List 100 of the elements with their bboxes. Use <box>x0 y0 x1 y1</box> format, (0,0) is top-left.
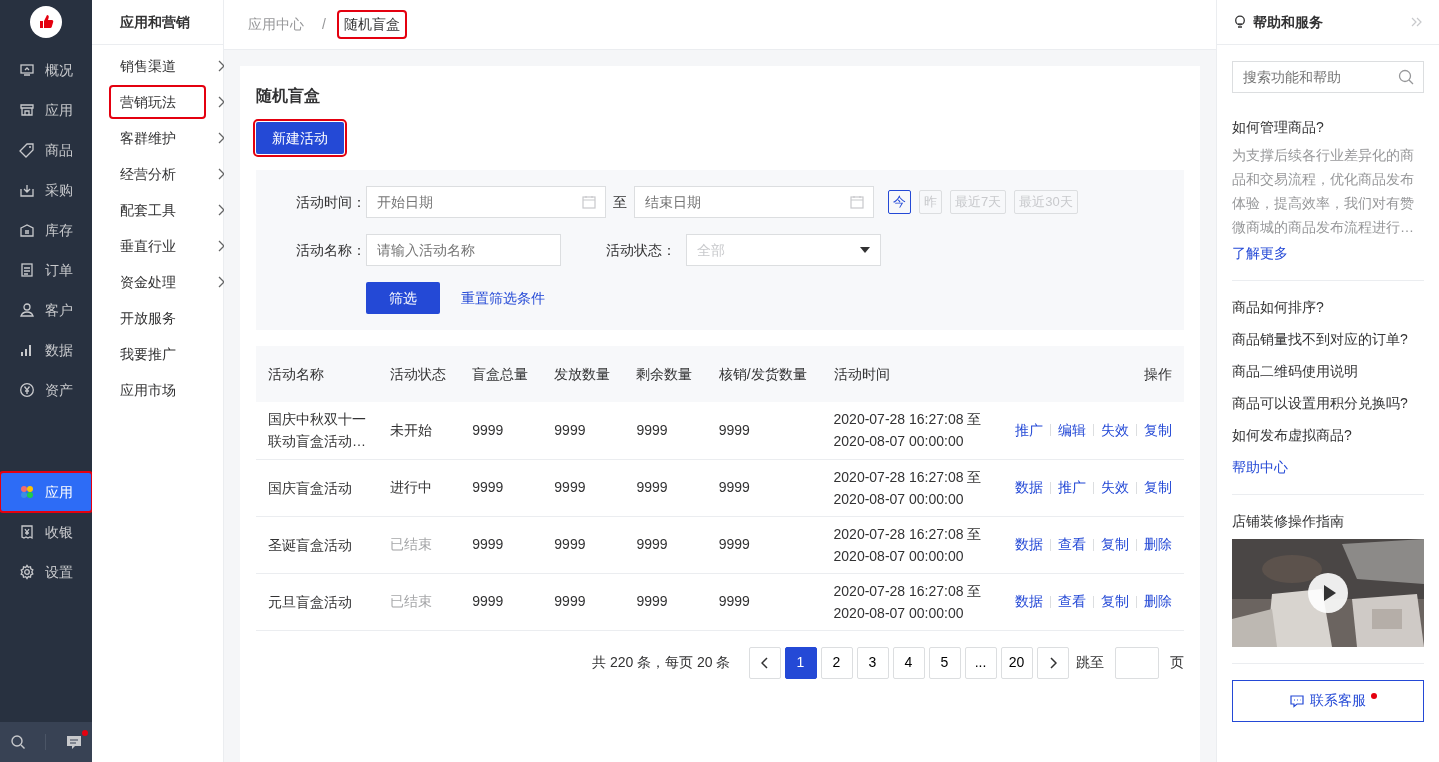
help-question-link[interactable]: 商品销量找不到对应的订单? <box>1232 328 1424 349</box>
table-cell-text: 2020-07-28 16:27:08 至 <box>833 467 983 487</box>
help-question-link[interactable]: 商品可以设置用积分兑换吗? <box>1232 392 1424 413</box>
action-link[interactable]: 复制 <box>1144 419 1172 441</box>
help-center-link[interactable]: 帮助中心 <box>1232 458 1288 475</box>
help-search-field[interactable]: 搜索功能和帮助 <box>1232 61 1424 93</box>
table-cell: 9999 <box>542 459 625 516</box>
action-link[interactable]: 数据 <box>1015 591 1043 612</box>
help-question-link[interactable]: 如何发布虚拟商品? <box>1232 424 1424 445</box>
date-preset[interactable]: 今 <box>888 190 911 214</box>
play-icon[interactable] <box>1308 572 1348 613</box>
message-icon[interactable] <box>66 734 83 750</box>
table-cell: 元旦盲盒活动 <box>256 573 378 630</box>
document-icon <box>19 262 35 278</box>
video-title: 店铺装修操作指南 <box>1232 511 1345 531</box>
sidebar-item[interactable]: 客户 <box>0 290 92 330</box>
sidebar-item[interactable]: 订单 <box>0 250 92 290</box>
action-link[interactable]: 查看 <box>1058 534 1086 555</box>
reset-filters-link[interactable]: 重置筛选条件 <box>461 287 545 309</box>
nav-item[interactable]: 我要推广 <box>110 338 205 370</box>
collapse-icon[interactable] <box>1411 17 1423 27</box>
action-link[interactable]: 查看 <box>1058 591 1086 612</box>
sidebar-item[interactable]: 数据 <box>0 330 92 370</box>
nav-item[interactable]: 应用市场 <box>110 374 205 406</box>
sidebar-item[interactable]: 设置 <box>0 552 92 592</box>
breadcrumb-separator: / <box>321 15 327 34</box>
table-cell: 9999 <box>624 402 707 459</box>
jump-label: 跳至 <box>1076 653 1104 672</box>
page-button[interactable]: 3 <box>856 646 889 679</box>
table-cell: 圣诞盲盒活动 <box>256 516 378 573</box>
page-button[interactable]: ... <box>964 646 997 679</box>
table-cell: 9999 <box>706 573 822 630</box>
column-header: 盲盒总量 <box>460 346 543 402</box>
to-label: 至 <box>613 192 627 212</box>
page-number-field[interactable] <box>1115 646 1159 679</box>
download-box-icon <box>19 182 35 198</box>
calendar-icon <box>850 195 864 209</box>
learn-more-link[interactable]: 了解更多 <box>1232 242 1288 264</box>
logo-icon <box>30 6 62 38</box>
field-label: 活动状态： <box>605 240 677 260</box>
article-title: 如何管理商品? <box>1232 118 1325 137</box>
dashboard-icon <box>19 62 35 78</box>
page-button[interactable]: 2 <box>820 646 853 679</box>
table-cell: 9999 <box>706 402 822 459</box>
table-cell: 9999 <box>624 573 707 630</box>
action-link[interactable]: 编辑 <box>1058 419 1086 441</box>
name-field[interactable]: 请输入活动名称 <box>366 234 561 266</box>
help-question-link[interactable]: 商品如何排序? <box>1232 296 1424 317</box>
action-link[interactable]: 失效 <box>1101 477 1129 498</box>
nav-item[interactable]: 营销玩法 <box>110 86 205 118</box>
field-label: 活动名称： <box>295 240 366 260</box>
action-link[interactable]: 复制 <box>1101 534 1129 555</box>
action-link[interactable]: 推广 <box>1058 477 1086 498</box>
sidebar-item[interactable]: 概况 <box>0 50 92 90</box>
lightbulb-icon <box>1233 15 1247 29</box>
column-header: 剩余数量 <box>624 346 707 402</box>
column-header: 核销/发货数量 <box>706 346 822 402</box>
action-link[interactable]: 推广 <box>1015 419 1043 441</box>
table-cell: 9999 <box>624 459 707 516</box>
contact-support-button[interactable]: 联系客服 <box>1232 679 1424 722</box>
action-link[interactable]: 数据 <box>1015 534 1043 555</box>
table-cell: 9999 <box>460 516 543 573</box>
column-header: 发放数量 <box>542 346 625 402</box>
apps-icon <box>19 484 35 500</box>
page-button[interactable]: 5 <box>928 646 961 679</box>
sidebar-item[interactable]: 采购 <box>0 170 92 210</box>
table-cell-text: 2020-08-07 00:00:00 <box>833 546 965 566</box>
new-activity-button[interactable]: 新建活动 <box>256 122 344 154</box>
end-date-field[interactable]: 结束日期 <box>634 186 874 218</box>
nav-title: 应用和营销 <box>92 0 223 45</box>
table-cell: 9999 <box>706 459 822 516</box>
action-link[interactable]: 复制 <box>1101 591 1129 612</box>
start-date-field[interactable]: 开始日期 <box>366 186 606 218</box>
page-button[interactable]: 4 <box>892 646 925 679</box>
status-cell: 未开始 <box>378 402 461 459</box>
column-header: 操作 <box>998 346 1184 402</box>
next-page-button[interactable] <box>1036 646 1069 679</box>
sidebar-item[interactable]: 库存 <box>0 210 92 250</box>
sidebar-item[interactable]: 资产 <box>0 370 92 410</box>
sidebar-item[interactable]: 收银 <box>0 512 92 552</box>
page-unit-label: 页 <box>1170 653 1184 672</box>
action-link[interactable]: 复制 <box>1144 477 1172 498</box>
help-question-link[interactable]: 商品二维码使用说明 <box>1232 360 1424 381</box>
sidebar-item[interactable]: 应用 <box>0 472 92 512</box>
table-cell-text: 2020-07-28 16:27:08 至 <box>833 524 983 544</box>
page-button[interactable]: 1 <box>784 646 817 679</box>
page-button[interactable]: 20 <box>1000 646 1033 679</box>
sidebar-item[interactable]: 应用 <box>0 90 92 130</box>
action-link[interactable]: 删除 <box>1144 534 1172 555</box>
action-link[interactable]: 数据 <box>1015 477 1043 498</box>
action-link[interactable]: 失效 <box>1101 419 1129 441</box>
previous-page-button[interactable] <box>748 646 781 679</box>
search-icon[interactable] <box>9 734 26 750</box>
tag-icon <box>19 142 35 158</box>
table-cell: 国庆中秋双十一联动盲盒活动… <box>256 402 378 459</box>
sidebar-item[interactable]: 商品 <box>0 130 92 170</box>
nav-item[interactable]: 开放服务 <box>110 302 205 334</box>
filter-button[interactable]: 筛选 <box>366 282 440 314</box>
column-header: 活动时间 <box>821 346 999 402</box>
action-link[interactable]: 删除 <box>1144 591 1172 612</box>
